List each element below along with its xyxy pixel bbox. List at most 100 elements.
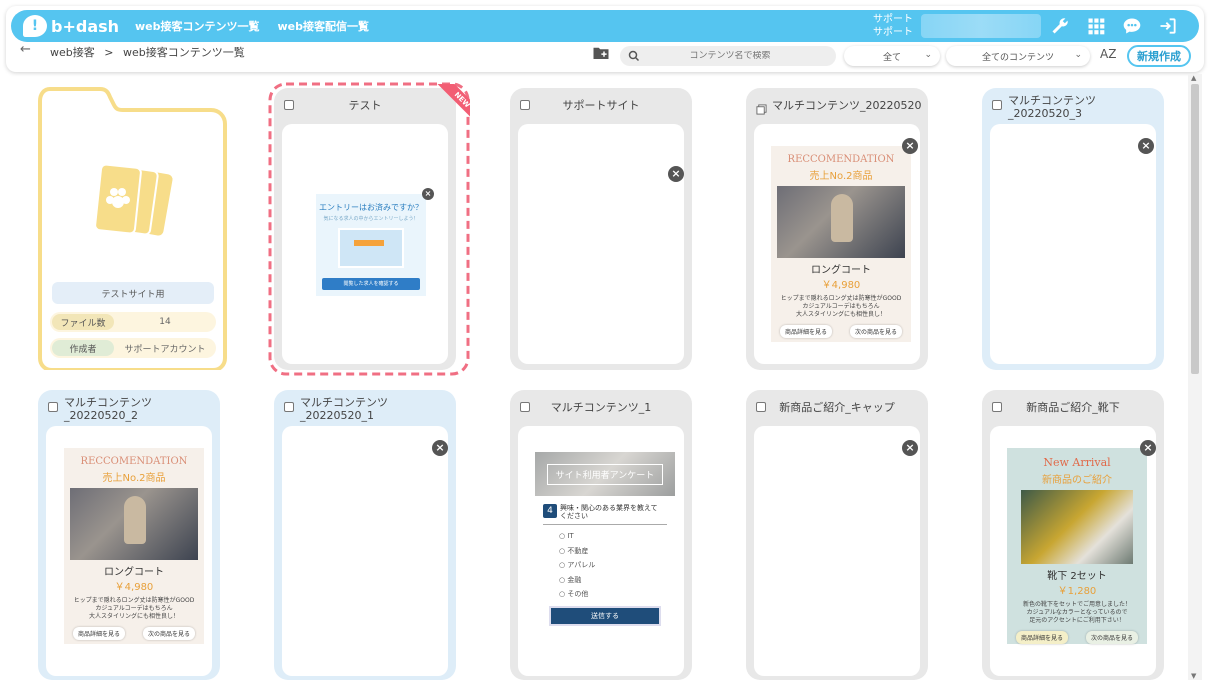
card-title: マルチコンテンツ_20220520_1: [300, 396, 388, 422]
filter-select-type[interactable]: 全て ⌄: [844, 46, 940, 66]
card-preview[interactable]: ×: [518, 124, 684, 364]
scroll-thumb[interactable]: [1191, 84, 1199, 374]
rec-price: ￥4,980: [114, 582, 154, 593]
card-preview[interactable]: RECCOMENDATION 売上No.2商品 ロングコート ￥4,980 ヒッ…: [46, 426, 212, 676]
card-preview[interactable]: New Arrival 新商品のご紹介 靴下 2セット ￥1,280 新色の靴下…: [990, 426, 1156, 676]
card-checkbox[interactable]: [284, 402, 294, 412]
breadcrumb-current: web接客コンテンツ一覧: [122, 46, 245, 59]
breadcrumb: web接客 > web接客コンテンツ一覧: [50, 44, 251, 60]
radio-option: ○ 金融: [559, 575, 582, 584]
filter-contents-value: 全てのコンテンツ: [981, 52, 1054, 63]
option-label: IT: [567, 532, 574, 540]
rec-desc-line: 大人スタイリングにも相性良し！: [88, 613, 179, 620]
survey-creative: サイト利用者アンケート 4 興味・関心のある業界を教えてください ○ IT ○ …: [535, 452, 675, 634]
card-header: マルチコンテンツ_1: [510, 390, 692, 426]
folder-creator: 作成者 サポートアカウント: [50, 338, 216, 358]
close-icon[interactable]: ×: [902, 440, 918, 456]
survey-question: 4 興味・関心のある業界を教えてください: [543, 504, 675, 520]
content-stack-icon: [94, 164, 173, 236]
scrollbar[interactable]: ▲ ▼: [1188, 74, 1202, 680]
close-icon[interactable]: ×: [432, 440, 448, 456]
breadcrumb-web[interactable]: web接客: [50, 46, 95, 59]
file-count-value: 14: [159, 317, 171, 327]
search-input[interactable]: [640, 51, 820, 61]
creator-value: サポートアカウント: [124, 344, 206, 355]
folder-card[interactable]: テストサイト用 ファイル数 14 作成者 サポートアカウント: [38, 86, 228, 370]
card-title: サポートサイト: [562, 99, 640, 112]
scroll-up-arrow-icon[interactable]: ▲: [1191, 74, 1196, 82]
wrench-icon[interactable]: [1049, 16, 1071, 36]
option-label: 不動産: [567, 546, 589, 555]
card-title: マルチコンテンツ_20220520_2: [64, 396, 152, 422]
new-badge-label: NEW: [436, 84, 470, 126]
content-card[interactable]: サポートサイト ×: [510, 88, 692, 370]
question-number: 4: [543, 504, 557, 518]
logo-mark-icon: !: [23, 15, 47, 37]
close-icon[interactable]: ×: [668, 166, 684, 182]
new-content-button[interactable]: 新規作成: [1127, 45, 1191, 67]
filter-type-value: 全て: [882, 52, 901, 63]
scroll-down-arrow-icon[interactable]: ▼: [1191, 672, 1196, 680]
socks-subtitle: 新商品のご紹介: [1042, 475, 1112, 486]
content-card[interactable]: 新商品ご紹介_靴下 New Arrival 新商品のご紹介 靴下 2セット ￥1…: [982, 390, 1164, 680]
logout-icon[interactable]: [1157, 16, 1179, 36]
radio-option: ○ IT: [559, 532, 574, 540]
close-icon[interactable]: ×: [902, 138, 918, 154]
rec-desc-line: ヒップまで隠れるロング丈は防寒性がGOOD: [73, 597, 195, 604]
close-icon[interactable]: ×: [1140, 440, 1156, 456]
back-arrow-icon[interactable]: ←: [20, 42, 31, 57]
rec-description: ヒップまで隠れるロング丈は防寒性がGOOD カジュアルコーデはもちろん 大人スタ…: [64, 597, 204, 621]
close-icon[interactable]: ×: [1138, 138, 1154, 154]
radio-option: ○ その他: [559, 590, 589, 598]
divider: [543, 524, 667, 525]
rec-subtitle: 売上No.2商品: [809, 171, 873, 182]
card-checkbox[interactable]: [48, 402, 58, 412]
creator-label: 作成者: [52, 340, 114, 356]
option-label: その他: [567, 590, 589, 598]
grid-icon[interactable]: [1085, 16, 1107, 36]
content-card[interactable]: マルチコンテンツ_20220520_1 ×: [274, 390, 456, 680]
card-preview[interactable]: サイト利用者アンケート 4 興味・関心のある業界を教えてください ○ IT ○ …: [518, 426, 684, 676]
folder-file-count: ファイル数 14: [50, 312, 216, 332]
content-card[interactable]: マルチコンテンツ_20220520 RECCOMENDATION 売上No.2商…: [746, 88, 928, 370]
card-preview[interactable]: RECCOMENDATION 売上No.2商品 ロングコート ￥4,980 ヒッ…: [754, 124, 920, 364]
card-header: 新商品ご紹介_靴下: [982, 390, 1164, 426]
card-preview[interactable]: ×: [282, 426, 448, 676]
content-card[interactable]: マルチコンテンツ_20220520_2 RECCOMENDATION 売上No.…: [38, 390, 220, 680]
content-card[interactable]: 新商品ご紹介_キャップ ×: [746, 390, 928, 680]
copy-icon[interactable]: [756, 100, 767, 115]
option-label: 金融: [567, 575, 582, 584]
nav-delivery-list[interactable]: web接客配信一覧: [278, 18, 370, 34]
card-preview[interactable]: ×: [754, 426, 920, 676]
option-label: アパレル: [567, 561, 596, 569]
nav-contents-list[interactable]: web接客コンテンツ一覧: [135, 18, 260, 34]
search-bar[interactable]: [620, 46, 836, 66]
card-checkbox[interactable]: [992, 100, 1002, 110]
logo[interactable]: ! b+dash: [23, 15, 123, 37]
folder-add-icon[interactable]: [592, 46, 610, 60]
socks-desc-line: 新色の靴下をセットでご用意しました！: [1022, 601, 1131, 608]
rec-price: ￥4,980: [821, 280, 861, 291]
chevron-down-icon: ⌄: [1074, 50, 1082, 60]
socks-desc-line: 足元のアクセントにご利用下さい！: [1029, 617, 1125, 624]
rec-product-name: ロングコート: [811, 265, 871, 276]
card-preview[interactable]: ×: [990, 124, 1156, 364]
card-header: マルチコンテンツ_20220520: [746, 88, 928, 124]
rec-title: RECCOMENDATION: [80, 456, 188, 467]
sort-az-icon[interactable]: AZ: [1100, 47, 1116, 61]
rec-product-name: ロングコート: [104, 567, 164, 578]
logo-text: b+dash: [51, 16, 120, 36]
survey-submit: 送信する: [549, 605, 661, 626]
socks-detail-button: 商品詳細を見る: [1015, 631, 1068, 644]
socks-title: New Arrival: [1043, 456, 1111, 469]
filter-select-contents[interactable]: 全てのコンテンツ ⌄: [946, 46, 1090, 66]
rec-detail-button: 商品詳細を見る: [779, 325, 832, 338]
coat-photo: [70, 488, 198, 560]
account-info: サポート サポート: [873, 13, 913, 39]
content-card[interactable]: マルチコンテンツ_1 サイト利用者アンケート 4 興味・関心のある業界を教えてく…: [510, 390, 692, 680]
breadcrumb-separator: >: [104, 46, 114, 59]
socks-price: ￥1,280: [1057, 586, 1097, 597]
chat-support-icon[interactable]: [1121, 16, 1143, 36]
content-card[interactable]: マルチコンテンツ_20220520_3 ×: [982, 88, 1164, 370]
card-title: 新商品ご紹介_キャップ: [779, 401, 895, 414]
